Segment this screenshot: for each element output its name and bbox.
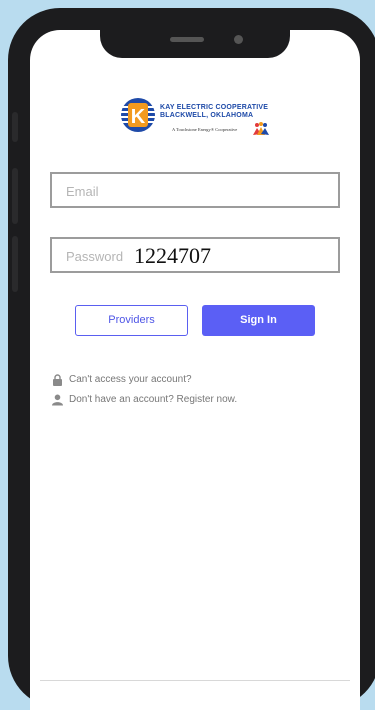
company-logo: K KAY ELECTRIC COOPERATIVE BLACKWELL, OK… [120,97,280,139]
password-placeholder: Password [66,249,124,264]
logo-location: BLACKWELL, OKLAHOMA [160,112,254,119]
bottom-divider [40,680,350,681]
touchstone-energy-icon [253,122,269,135]
logo-name: KAY ELECTRIC COOPERATIVE [160,104,269,111]
logo-letter: K [131,106,146,128]
speaker [170,37,204,42]
mute-switch [12,112,18,142]
phone-notch [100,24,290,58]
logo-emblem-icon: K [121,98,155,132]
person-icon [52,394,63,406]
providers-button[interactable]: Providers [75,305,188,336]
email-placeholder: Email [66,184,99,199]
camera [234,35,243,44]
password-field[interactable]: Password 1224707 [50,237,340,273]
volume-down-button [12,236,18,292]
sign-in-button[interactable]: Sign In [202,305,315,336]
lock-icon [53,374,62,386]
email-field[interactable]: Email [50,172,340,208]
volume-up-button [12,168,18,224]
logo-tagline: A Touchstone Energy® Cooperative [172,127,238,132]
register-text: Don't have an account? Register now. [69,394,238,405]
cant-access-account-text: Can't access your account? [69,374,192,385]
password-value: 1224707 [134,243,211,268]
